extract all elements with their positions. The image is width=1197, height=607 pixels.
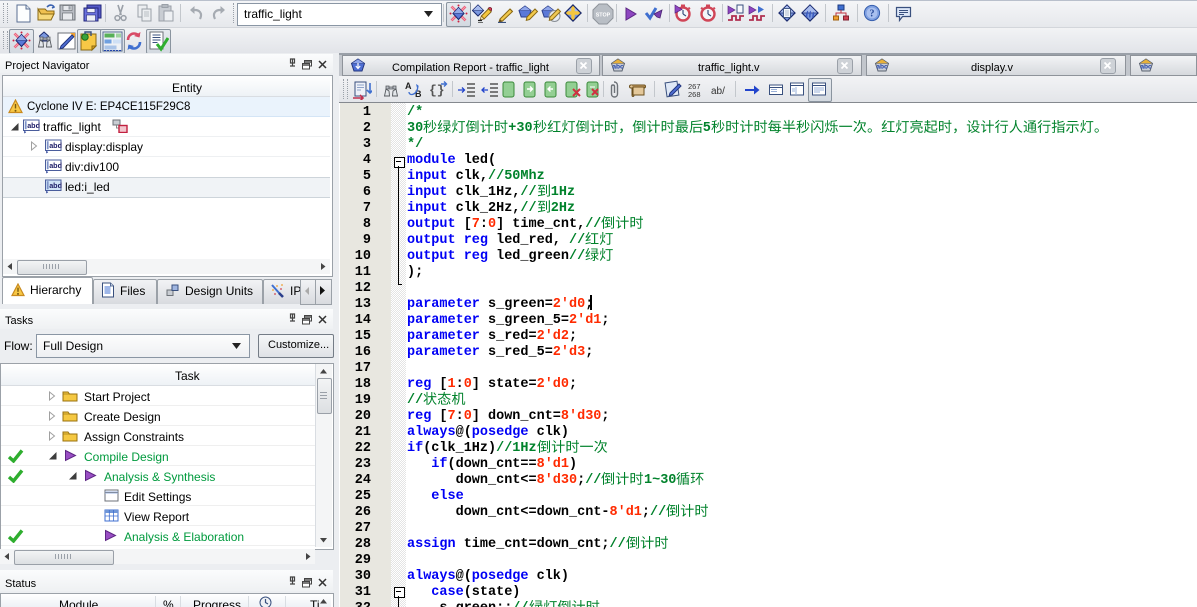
svg-text:ab/: ab/ [711, 86, 725, 97]
svg-text:?: ? [870, 9, 875, 20]
svg-text:abd: abd [49, 161, 62, 170]
svg-text:{}: {} [429, 83, 445, 98]
svg-text:abc: abc [612, 64, 624, 71]
svg-text:A: A [405, 81, 412, 91]
svg-text:B: B [415, 89, 422, 99]
svg-text:STOP: STOP [596, 13, 611, 19]
svg-text:abc: abc [1140, 64, 1152, 71]
svg-text:268: 268 [688, 90, 701, 99]
svg-text:abd: abd [49, 181, 62, 190]
svg-text:abc: abc [876, 64, 888, 71]
svg-text:abd: abd [49, 141, 62, 150]
svg-text:abd: abd [27, 121, 40, 130]
